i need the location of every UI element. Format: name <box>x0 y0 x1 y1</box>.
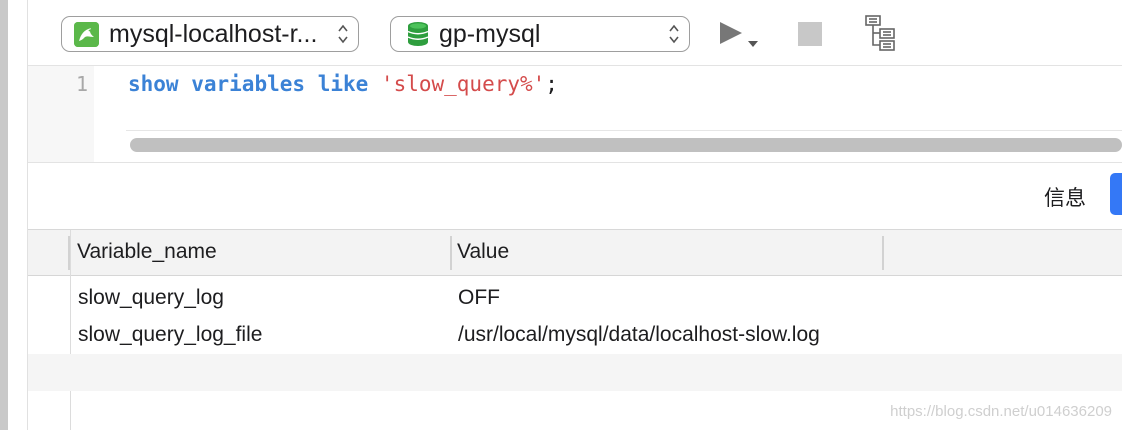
result-grid: Variable_name Value slow_query_log OFF s… <box>28 230 1122 430</box>
line-number-gutter: 1 <box>28 66 94 162</box>
play-icon <box>720 22 742 44</box>
sql-editor[interactable]: 1 show variables like 'slow_query%'; <box>28 66 1122 162</box>
line-number: 1 <box>75 72 88 96</box>
grid-header: Variable_name Value <box>28 230 1122 276</box>
database-icon <box>407 22 429 46</box>
cell-variable-name[interactable]: slow_query_log <box>78 286 224 310</box>
query-plan-icon <box>865 15 895 51</box>
stop-query-button[interactable] <box>798 22 822 46</box>
empty-row <box>28 354 1122 391</box>
cell-value[interactable]: OFF <box>458 286 500 310</box>
sql-string-literal: 'slow_query%' <box>380 72 546 96</box>
editor-line-separator <box>126 130 1122 131</box>
cell-value[interactable]: /usr/local/mysql/data/localhost-slow.log <box>458 323 820 347</box>
sql-keyword: like <box>317 72 369 96</box>
connection-name: mysql-localhost-r... <box>109 19 318 48</box>
tab-result-active[interactable] <box>1110 173 1122 215</box>
window-left-edge <box>0 0 8 430</box>
column-header-variable-name[interactable]: Variable_name <box>77 240 217 264</box>
sql-terminator: ; <box>545 72 558 96</box>
database-select[interactable]: gp-mysql <box>390 16 690 52</box>
sql-keyword: variables <box>191 72 306 96</box>
query-toolbar: mysql-localhost-r... gp-mysql <box>28 0 1122 66</box>
editor-horizontal-scrollbar[interactable] <box>130 138 1122 152</box>
sql-keyword: show <box>128 72 179 96</box>
dropdown-arrow-icon <box>748 41 758 47</box>
updown-chevron-icon <box>338 24 348 44</box>
mysql-dolphin-icon <box>74 21 99 47</box>
table-row[interactable]: slow_query_log OFF <box>28 280 1122 317</box>
connection-select[interactable]: mysql-localhost-r... <box>61 16 359 52</box>
column-separator[interactable] <box>450 236 452 270</box>
updown-chevron-icon <box>669 24 679 44</box>
column-header-value[interactable]: Value <box>457 240 509 264</box>
table-row[interactable]: slow_query_log_file /usr/local/mysql/dat… <box>28 317 1122 354</box>
cell-variable-name[interactable]: slow_query_log_file <box>78 323 262 347</box>
column-separator[interactable] <box>882 236 884 270</box>
tab-info[interactable]: 信息 <box>1044 182 1086 212</box>
database-name: gp-mysql <box>439 19 541 48</box>
watermark-text: https://blog.csdn.net/u014636209 <box>890 403 1112 420</box>
run-query-button[interactable] <box>718 18 764 50</box>
sql-code-line[interactable]: show variables like 'slow_query%'; <box>128 72 558 96</box>
result-tab-bar: 信息 <box>28 162 1122 230</box>
query-plan-button[interactable] <box>864 14 900 52</box>
